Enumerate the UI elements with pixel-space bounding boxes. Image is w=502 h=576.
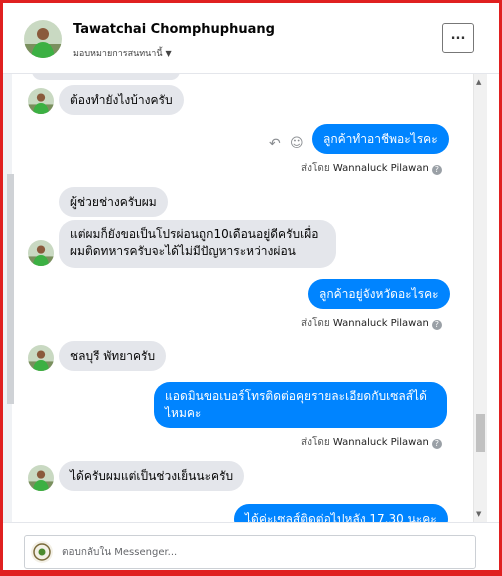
sent-by-name: Wannaluck Pilawan [332,318,429,329]
outgoing-message[interactable]: ลูกค้าทำอาชีพอะไรคะ [312,124,449,154]
message-bubble-partial [32,74,180,80]
screenshot-frame-bottom [0,570,502,576]
caret-down-icon: ▼ [165,49,172,58]
reply-icon[interactable]: ↶ [269,136,281,152]
reply-placeholder: ตอบกลับใน Messenger... [62,547,178,558]
scroll-down-arrow-icon[interactable]: ▼ [476,510,481,518]
incoming-message[interactable]: แต่ผมก็ยังขอเป็นโปรผ่อนถูก10เดือนอยู่ดีค… [59,220,336,268]
incoming-message[interactable]: ต้องทำยังไงบ้างครับ [59,85,184,115]
sent-by-name: Wannaluck Pilawan [332,437,429,448]
sent-by-label: ส่งโดย Wannaluck Pilawan? [301,316,442,331]
page-avatar-icon [31,541,53,563]
reply-input[interactable]: ตอบกลับใน Messenger... [24,535,476,569]
sent-by-label: ส่งโดย Wannaluck Pilawan? [301,435,442,450]
sent-by-label: ส่งโดย Wannaluck Pilawan? [301,161,442,176]
info-icon[interactable]: ? [431,165,442,175]
incoming-message[interactable]: ผู้ช่วยช่างครับผม [59,187,168,217]
message-list: ต้องทำยังไงบ้างครับ ↶ ☺ ลูกค้าทำอาชีพอะไ… [12,74,473,522]
sent-by-prefix: ส่งโดย [301,318,330,329]
message-scrollbar[interactable]: ▲ ▼ [473,74,487,522]
sent-by-prefix: ส่งโดย [301,163,330,174]
contact-avatar-small [28,88,54,114]
more-options-button[interactable]: ... [442,23,474,53]
incoming-message[interactable]: ได้ครับผมแต่เป็นช่วงเย็นนะครับ [59,461,245,491]
info-icon[interactable]: ? [431,439,442,449]
sent-by-name: Wannaluck Pilawan [332,163,429,174]
contact-avatar-small [28,345,54,371]
reply-bar: ตอบกลับใน Messenger... [3,522,499,571]
info-icon[interactable]: ? [431,320,442,330]
contact-name[interactable]: Tawatchai Chomphuphuang [73,22,275,37]
left-panel-edge [3,74,14,522]
conversation-header: Tawatchai Chomphuphuang มอบหมายการสนทนาน… [3,3,499,74]
outgoing-message[interactable]: ได้ค่ะเซลส์ติดต่อไปหลัง 17.30 นะคะ [234,504,448,522]
contact-avatar-small [28,465,54,491]
assign-label: มอบหมายการสนทนานี้ [73,49,163,59]
outgoing-message[interactable]: ลูกค้าอยู่จังหวัดอะไรคะ [308,279,450,309]
reaction-smiley-icon[interactable]: ☺ [290,136,304,151]
assign-conversation-dropdown[interactable]: มอบหมายการสนทนานี้ ▼ [73,46,172,60]
contact-avatar-small [28,240,54,266]
scrollbar-thumb[interactable] [476,414,485,452]
scroll-up-arrow-icon[interactable]: ▲ [476,78,481,86]
incoming-message[interactable]: ชลบุรี พัทยาครับ [59,341,167,371]
sent-by-prefix: ส่งโดย [301,437,330,448]
contact-avatar[interactable] [24,20,62,58]
outgoing-message[interactable]: แอดมินขอเบอร์โทรติดต่อคุยรายละเอียดกับเซ… [154,382,447,428]
